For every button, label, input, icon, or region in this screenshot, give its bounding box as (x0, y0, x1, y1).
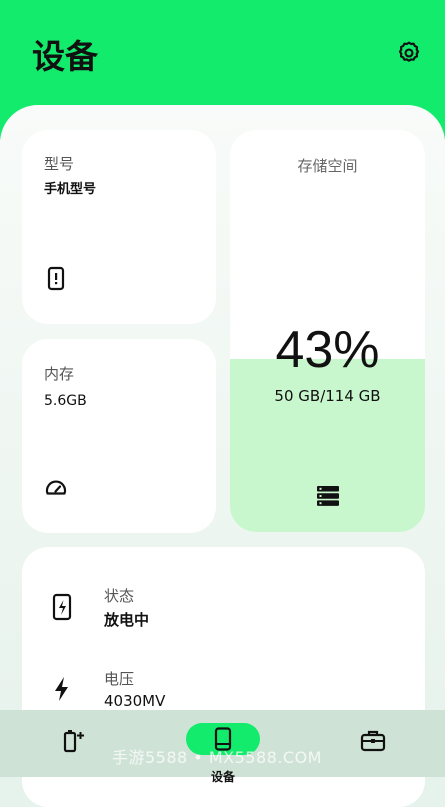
status-value: 放电中 (104, 611, 150, 629)
storage-detail: 50 GB/114 GB (274, 387, 381, 405)
storage-label: 存储空间 (297, 157, 358, 175)
gear-icon[interactable] (396, 40, 422, 66)
watermark-text: 手游5588 • MX5588.COM (112, 748, 322, 767)
content-sheet: 型号 手机型号 内存 5.6GB 存储空间 43% 50 GB/114 GB 状… (0, 105, 445, 807)
memory-card[interactable]: 内存 5.6GB (22, 339, 216, 533)
memory-label: 内存 (44, 365, 75, 383)
storage-card[interactable]: 存储空间 43% 50 GB/114 GB (230, 130, 425, 532)
storage-list-icon (315, 484, 341, 512)
speedometer-icon (44, 476, 68, 504)
toolbox-icon[interactable] (360, 729, 386, 757)
voltage-label: 电压 (104, 670, 135, 688)
bottom-navigation: 设备 手游5588 • MX5588.COM (0, 710, 445, 784)
storage-percent: 43% (275, 321, 380, 379)
battery-charging-icon (51, 593, 73, 625)
battery-plus-icon[interactable] (62, 728, 86, 758)
model-value: 手机型号 (44, 182, 97, 197)
lightning-icon (53, 676, 71, 706)
voltage-value: 4030MV (104, 692, 166, 710)
phone-info-icon (44, 266, 68, 296)
model-card[interactable]: 型号 手机型号 (22, 130, 216, 324)
status-label: 状态 (104, 587, 135, 605)
model-label: 型号 (44, 155, 75, 173)
memory-value: 5.6GB (44, 393, 87, 409)
page-title: 设备 (32, 37, 98, 76)
